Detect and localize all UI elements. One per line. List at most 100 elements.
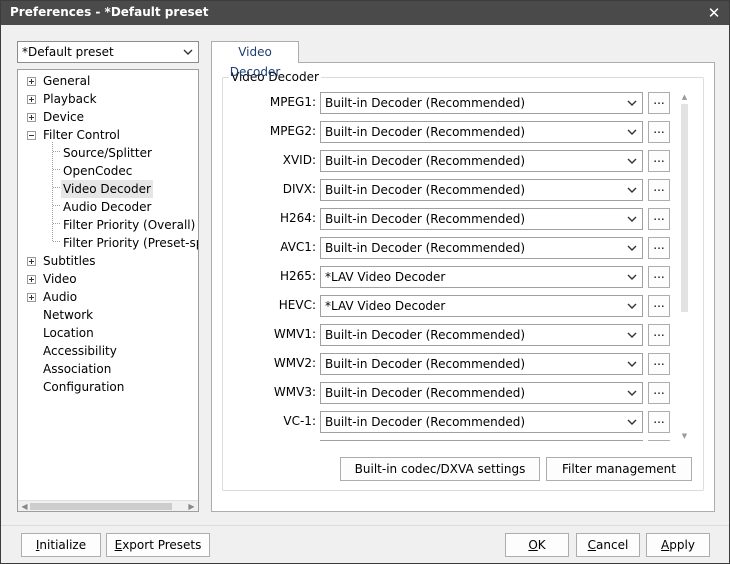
decoder-select-value: Built-in Decoder (Recommended) bbox=[325, 183, 526, 197]
decoder-format-label: WMV3: bbox=[273, 385, 316, 399]
close-icon[interactable]: ✕ bbox=[703, 2, 725, 24]
scroll-down-arrow-icon[interactable]: ▼ bbox=[680, 432, 689, 441]
expand-icon[interactable] bbox=[27, 275, 36, 284]
decoder-list-scrollbar[interactable]: ▲ ▼ bbox=[678, 91, 691, 443]
decoder-options-button[interactable]: ... bbox=[648, 324, 670, 346]
decoder-options-button[interactable]: ... bbox=[648, 411, 670, 433]
divider bbox=[1, 525, 729, 526]
decoder-select-value: Built-in Decoder (Recommended) bbox=[325, 241, 526, 255]
decoder-select[interactable]: Built-in Decoder (Recommended) bbox=[320, 208, 643, 230]
decoder-row bbox=[223, 439, 677, 441]
decoder-row: AVC1: Built-in Decoder (Recommended)... bbox=[223, 236, 677, 260]
tree-horizontal-scrollbar[interactable]: ◀ ▶ bbox=[18, 500, 198, 511]
chevron-down-icon bbox=[625, 386, 639, 400]
window-title: Preferences - *Default preset bbox=[10, 5, 209, 19]
chevron-down-icon bbox=[625, 183, 639, 197]
tree-item-label: Playback bbox=[43, 92, 97, 106]
decoder-select-value: Built-in Decoder (Recommended) bbox=[325, 328, 526, 342]
tree-item-label: Configuration bbox=[43, 380, 125, 394]
tree-item-label: Video bbox=[43, 272, 77, 286]
expand-icon[interactable] bbox=[27, 77, 36, 86]
chevron-down-icon bbox=[625, 241, 639, 255]
decoder-options-button[interactable]: ... bbox=[648, 266, 670, 288]
decoder-select[interactable]: Built-in Decoder (Recommended) bbox=[320, 121, 643, 143]
decoder-format-label: MPEG2: bbox=[269, 124, 316, 138]
filter-management-button[interactable]: Filter management bbox=[546, 457, 692, 481]
expand-icon[interactable] bbox=[27, 293, 36, 302]
decoder-options-button[interactable]: ... bbox=[648, 295, 670, 317]
decoder-select[interactable]: Built-in Decoder (Recommended) bbox=[320, 150, 643, 172]
ok-label: K bbox=[537, 538, 546, 552]
decoder-select[interactable]: *LAV Video Decoder bbox=[320, 295, 643, 317]
decoder-options-button[interactable]: ... bbox=[648, 382, 670, 404]
decoder-format-label: HEVC: bbox=[278, 298, 316, 312]
tree-item-label: Location bbox=[43, 326, 94, 340]
scroll-right-arrow-icon[interactable]: ▶ bbox=[187, 502, 196, 511]
tree-item-label: Filter Control bbox=[43, 128, 120, 142]
decoder-select[interactable]: Built-in Decoder (Recommended) bbox=[320, 324, 643, 346]
chevron-down-icon bbox=[181, 45, 195, 59]
scroll-up-arrow-icon[interactable]: ▲ bbox=[680, 93, 689, 102]
codec-settings-button[interactable]: Built-in codec/DXVA settings bbox=[340, 457, 540, 481]
decoder-select[interactable]: *LAV Video Decoder bbox=[320, 266, 643, 288]
decoder-options-button[interactable]: ... bbox=[648, 121, 670, 143]
decoder-select[interactable]: Built-in Decoder (Recommended) bbox=[320, 179, 643, 201]
chevron-down-icon bbox=[625, 154, 639, 168]
chevron-down-icon bbox=[625, 96, 639, 110]
settings-tree[interactable]: ◀ ▶ General Playback Device Filter Control S… bbox=[17, 69, 199, 512]
collapse-icon[interactable] bbox=[27, 131, 36, 140]
decoder-options-button[interactable]: ... bbox=[648, 353, 670, 375]
tree-item-label: Audio Decoder bbox=[63, 200, 152, 214]
export-presets-button[interactable]: Export Presets bbox=[106, 533, 210, 557]
decoder-row: VC-1: Built-in Decoder (Recommended)... bbox=[223, 410, 677, 434]
decoder-format-label: WMV1: bbox=[273, 327, 316, 341]
decoder-format-label: AVC1: bbox=[280, 240, 316, 254]
apply-button[interactable]: Apply bbox=[646, 533, 710, 557]
preset-dropdown-value: *Default preset bbox=[22, 45, 114, 59]
decoder-options-button[interactable]: ... bbox=[648, 237, 670, 259]
decoder-select-value: Built-in Decoder (Recommended) bbox=[325, 386, 526, 400]
expand-icon[interactable] bbox=[27, 257, 36, 266]
initialize-button[interactable]: Initialize bbox=[21, 533, 101, 557]
ok-button[interactable]: OK bbox=[505, 533, 569, 557]
scroll-left-arrow-icon[interactable]: ◀ bbox=[20, 502, 29, 511]
decoder-select-value: Built-in Decoder (Recommended) bbox=[325, 154, 526, 168]
tree-item-label: Filter Priority (Preset-spec bbox=[63, 236, 198, 250]
expand-icon[interactable] bbox=[27, 113, 36, 122]
decoder-format-label: DIVX: bbox=[282, 182, 316, 196]
decoder-select-value: Built-in Decoder (Recommended) bbox=[325, 125, 526, 139]
decoder-select[interactable]: Built-in Decoder (Recommended) bbox=[320, 353, 643, 375]
tree-item-label: Audio bbox=[43, 290, 78, 304]
decoder-row: XVID: Built-in Decoder (Recommended)... bbox=[223, 149, 677, 173]
decoder-select[interactable]: Built-in Decoder (Recommended) bbox=[320, 92, 643, 114]
chevron-down-icon bbox=[625, 357, 639, 371]
cancel-button[interactable]: Cancel bbox=[576, 533, 640, 557]
tab-video-decoder[interactable]: Video Decoder bbox=[211, 41, 299, 79]
decoder-format-label: H264: bbox=[280, 211, 316, 225]
decoder-format-label: XVID: bbox=[282, 153, 316, 167]
decoder-options-button[interactable]: ... bbox=[648, 208, 670, 230]
tree-item-label: Accessibility bbox=[43, 344, 117, 358]
scroll-thumb[interactable] bbox=[681, 104, 688, 312]
tree-item-label: General bbox=[43, 74, 91, 88]
decoder-select-value: Built-in Decoder (Recommended) bbox=[325, 96, 526, 110]
decoder-select[interactable] bbox=[320, 440, 643, 441]
decoder-row: H264: Built-in Decoder (Recommended)... bbox=[223, 207, 677, 231]
decoder-options-button[interactable]: ... bbox=[648, 150, 670, 172]
decoder-options-button[interactable]: ... bbox=[648, 179, 670, 201]
decoder-options-button[interactable] bbox=[648, 440, 670, 441]
chevron-down-icon bbox=[625, 270, 639, 284]
decoder-row: H265: *LAV Video Decoder... bbox=[223, 265, 677, 289]
decoder-select[interactable]: Built-in Decoder (Recommended) bbox=[320, 237, 643, 259]
decoder-options-button[interactable]: ... bbox=[648, 92, 670, 114]
decoder-select[interactable]: Built-in Decoder (Recommended) bbox=[320, 411, 643, 433]
ok-mnemonic: O bbox=[528, 538, 538, 552]
tree-item-label: OpenCodec bbox=[63, 164, 133, 178]
scroll-thumb[interactable] bbox=[30, 503, 172, 510]
preset-dropdown[interactable]: *Default preset bbox=[17, 41, 199, 63]
expand-icon[interactable] bbox=[27, 95, 36, 104]
decoder-select[interactable]: Built-in Decoder (Recommended) bbox=[320, 382, 643, 404]
export-label: xport Presets bbox=[122, 538, 202, 552]
decoder-format-label: H265: bbox=[280, 269, 316, 283]
tree-item-label: Association bbox=[43, 362, 112, 376]
